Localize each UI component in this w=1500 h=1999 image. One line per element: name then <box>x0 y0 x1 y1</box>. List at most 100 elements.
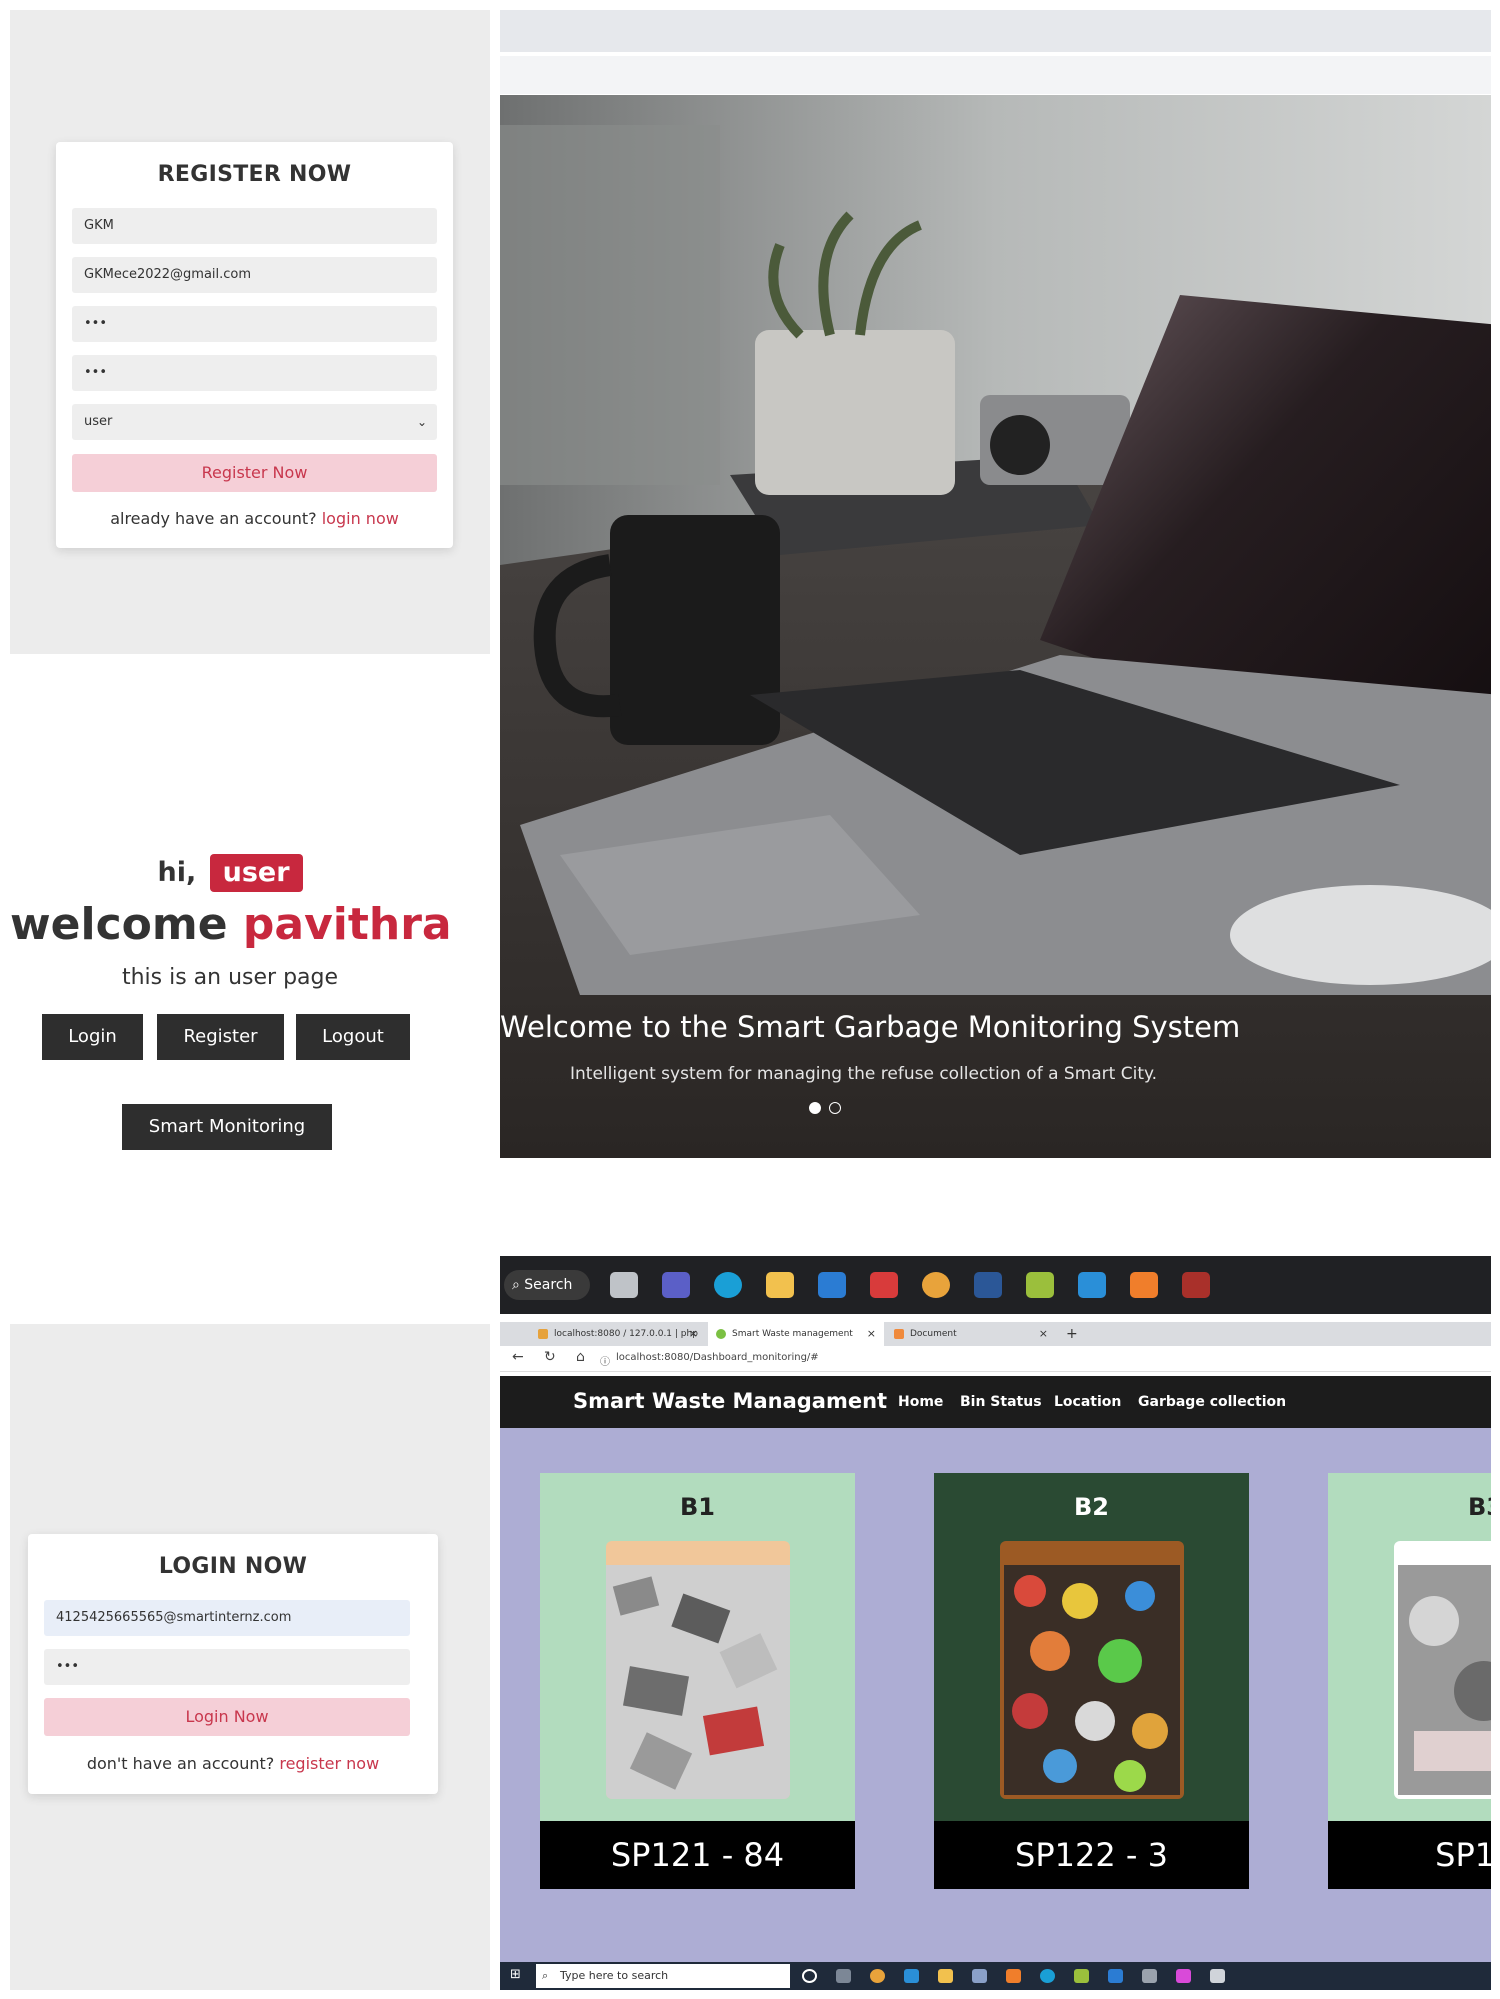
windows-start-icon[interactable]: ⊞ <box>510 1967 521 1982</box>
bin-card[interactable]: B2 SP122 - 3 <box>934 1473 1249 1889</box>
task-view-icon[interactable] <box>610 1272 638 1298</box>
nav-garbage-collection[interactable]: Garbage collection <box>1138 1394 1286 1410</box>
bin-title: B1 <box>680 1493 715 1521</box>
task-view-icon[interactable] <box>836 1969 851 1983</box>
vscode-icon[interactable] <box>1078 1272 1106 1298</box>
nav-location[interactable]: Location <box>1054 1394 1121 1410</box>
calculator-icon[interactable] <box>1142 1969 1157 1983</box>
notepad-icon[interactable] <box>1074 1969 1089 1983</box>
register-now-link[interactable]: register now <box>279 1754 379 1773</box>
nav-home[interactable]: Home <box>898 1394 943 1410</box>
taskbar-search-label: Search <box>524 1277 573 1293</box>
bin-title: B3 <box>1468 1493 1491 1521</box>
medical-waste-photo <box>1394 1541 1491 1799</box>
register-title: REGISTER NOW <box>157 162 352 187</box>
role-select[interactable]: user ⌄ <box>72 404 437 440</box>
tab-smart-waste[interactable]: Smart Waste management × <box>708 1322 884 1346</box>
login-password-field[interactable]: ••• <box>44 1649 410 1685</box>
login-title: LOGIN NOW <box>158 1554 308 1579</box>
cortana-icon[interactable] <box>802 1969 817 1983</box>
login-panel: LOGIN NOW 4125425665565@smartinternz.com… <box>10 1324 490 1990</box>
greeting-text: hi, <box>157 857 197 888</box>
register-footer: already have an account? login now <box>56 509 453 528</box>
notepad-icon[interactable] <box>1026 1272 1054 1298</box>
bin-title: B2 <box>1074 1493 1109 1521</box>
tab-phpmyadmin-label: localhost:8080 / 127.0.0.1 | php <box>554 1329 698 1339</box>
chrome-icon[interactable] <box>870 1969 885 1983</box>
login-footer-text: don't have an account? <box>86 1754 275 1773</box>
register-card: REGISTER NOW GKM GKMece2022@gmail.com ••… <box>56 142 453 548</box>
chrome-icon[interactable] <box>922 1272 950 1298</box>
app-icon[interactable] <box>972 1969 987 1983</box>
word-icon[interactable] <box>974 1272 1002 1298</box>
edge-icon[interactable] <box>714 1272 742 1298</box>
reload-icon[interactable]: ↻ <box>544 1349 556 1365</box>
tab-smart-waste-label: Smart Waste management <box>732 1329 853 1339</box>
tab-document[interactable]: Document × <box>886 1322 1056 1346</box>
teams-icon[interactable] <box>662 1272 690 1298</box>
login-now-button[interactable]: Login Now <box>44 1698 410 1736</box>
vscode-icon[interactable] <box>904 1969 919 1983</box>
url-field[interactable]: localhost:8080/Dashboard_monitoring/# <box>616 1352 819 1363</box>
register-nav-button[interactable]: Register <box>157 1014 284 1060</box>
mail-icon[interactable] <box>818 1272 846 1298</box>
bin-card[interactable]: B3 SP123 <box>1328 1473 1491 1889</box>
file-explorer-icon[interactable] <box>766 1272 794 1298</box>
taskbar-search[interactable]: ⌕ Search <box>504 1270 590 1300</box>
close-icon[interactable]: × <box>867 1322 876 1346</box>
nav-bin-status[interactable]: Bin Status <box>960 1394 1042 1410</box>
bin-label: SP123 <box>1328 1821 1491 1889</box>
password-field[interactable]: ••• <box>72 306 437 342</box>
edge-icon[interactable] <box>1040 1969 1055 1983</box>
close-icon[interactable]: × <box>689 1322 698 1346</box>
greeting-line: hi, user <box>10 854 450 892</box>
welcome-subtitle: this is an user page <box>121 965 339 990</box>
address-bar: ← ↻ ⌂ ⓘ localhost:8080/Dashboard_monitor… <box>500 1346 1491 1372</box>
bottom-search-box[interactable]: ⌕ Type here to search <box>536 1964 790 1988</box>
logout-button[interactable]: Logout <box>296 1014 410 1060</box>
login-email-field[interactable]: 4125425665565@smartinternz.com <box>44 1600 410 1636</box>
smart-monitoring-button[interactable]: Smart Monitoring <box>122 1104 332 1150</box>
register-button[interactable]: Register Now <box>72 454 437 492</box>
browser-subbar <box>500 56 1491 94</box>
back-icon[interactable]: ← <box>512 1349 524 1365</box>
home-icon[interactable]: ⌂ <box>576 1349 585 1365</box>
xampp-icon[interactable] <box>1130 1272 1158 1298</box>
bottle-waste-photo <box>1000 1541 1184 1799</box>
dashboard-screenshot: ⌕ Search localhost:8080 / 127.0.0.1 | ph… <box>500 1256 1491 1990</box>
confirm-password-field[interactable]: ••• <box>72 355 437 391</box>
carousel-dot[interactable] <box>829 1102 841 1114</box>
email-field[interactable]: GKMece2022@gmail.com <box>72 257 437 293</box>
bin-card[interactable]: B1 SP121 - 84 <box>540 1473 855 1889</box>
welcome-word: welcome <box>10 899 228 950</box>
tab-phpmyadmin[interactable]: localhost:8080 / 127.0.0.1 | php × <box>530 1322 706 1346</box>
hero-subtitle: Intelligent system for managing the refu… <box>570 1064 1158 1084</box>
name-field[interactable]: GKM <box>72 208 437 244</box>
xampp-icon[interactable] <box>1006 1969 1021 1983</box>
bin-grid: B1 SP121 - 84 B2 SP122 - 3 B SP1 <box>500 1428 1491 1962</box>
paint-icon[interactable] <box>1176 1969 1191 1983</box>
file-explorer-icon[interactable] <box>938 1969 953 1983</box>
chevron-down-icon: ⌄ <box>416 415 427 429</box>
windows-taskbar-bottom: ⊞ ⌕ Type here to search <box>500 1962 1491 1990</box>
new-tab-icon[interactable]: + <box>1060 1322 1084 1346</box>
info-icon: ⓘ <box>600 1357 610 1368</box>
app-icon[interactable] <box>1210 1969 1225 1983</box>
site-brand[interactable]: Smart Waste Managament <box>573 1389 887 1413</box>
carousel-dot-active[interactable] <box>809 1102 821 1114</box>
smart-waste-favicon-icon <box>716 1329 726 1339</box>
photos-icon[interactable] <box>1108 1969 1123 1983</box>
winrar-icon[interactable] <box>1182 1272 1210 1298</box>
login-button[interactable]: Login <box>42 1014 143 1060</box>
register-footer-text: already have an account? <box>110 509 317 528</box>
paper-waste-photo <box>606 1541 790 1799</box>
laptop-desk-photo <box>500 95 1491 1158</box>
login-now-link[interactable]: login now <box>322 509 399 528</box>
role-select-value: user <box>84 414 113 429</box>
close-icon[interactable]: × <box>1039 1322 1048 1346</box>
bottom-search-label: Type here to search <box>560 1969 669 1982</box>
welcome-heading: welcome pavithra <box>10 899 452 950</box>
app-icon[interactable] <box>870 1272 898 1298</box>
site-navbar: Smart Waste Managament Home Bin Status L… <box>500 1376 1491 1428</box>
tab-document-label: Document <box>910 1329 957 1339</box>
